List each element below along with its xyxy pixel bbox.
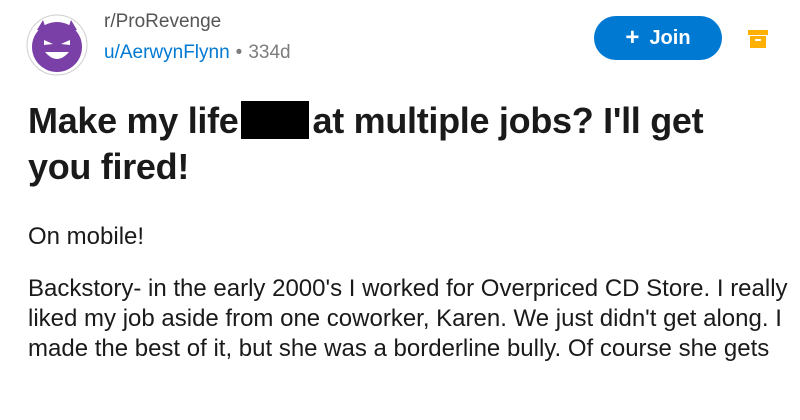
subreddit-avatar-devil-face-icon[interactable]	[26, 14, 88, 76]
join-button[interactable]: + Join	[594, 16, 722, 60]
post-age: 334d	[248, 42, 291, 63]
post-title[interactable]: Make my life at multiple jobs? I'll get y…	[28, 98, 768, 190]
separator-dot: •	[235, 42, 243, 63]
archive-box-icon[interactable]	[747, 28, 769, 50]
title-part-before: Make my life	[28, 100, 239, 141]
devil-face-icon	[26, 14, 88, 76]
join-button-label: Join	[649, 26, 691, 49]
redaction-box	[240, 101, 309, 139]
post-meta: r/ProRevenge u/AerwynFlynn • 334d	[104, 10, 291, 66]
body-paragraph: Backstory- in the early 2000's I worked …	[28, 275, 788, 362]
plus-icon: +	[625, 24, 640, 51]
subreddit-link[interactable]: r/ProRevenge	[104, 10, 291, 34]
post-header: r/ProRevenge u/AerwynFlynn • 334d + Join	[22, 8, 782, 76]
post-body: On mobile! Backstory- in the early 2000'…	[28, 222, 788, 364]
body-paragraph: On mobile!	[28, 223, 145, 250]
author-link[interactable]: u/AerwynFlynn	[104, 42, 230, 63]
author-line: u/AerwynFlynn • 334d	[104, 40, 291, 66]
